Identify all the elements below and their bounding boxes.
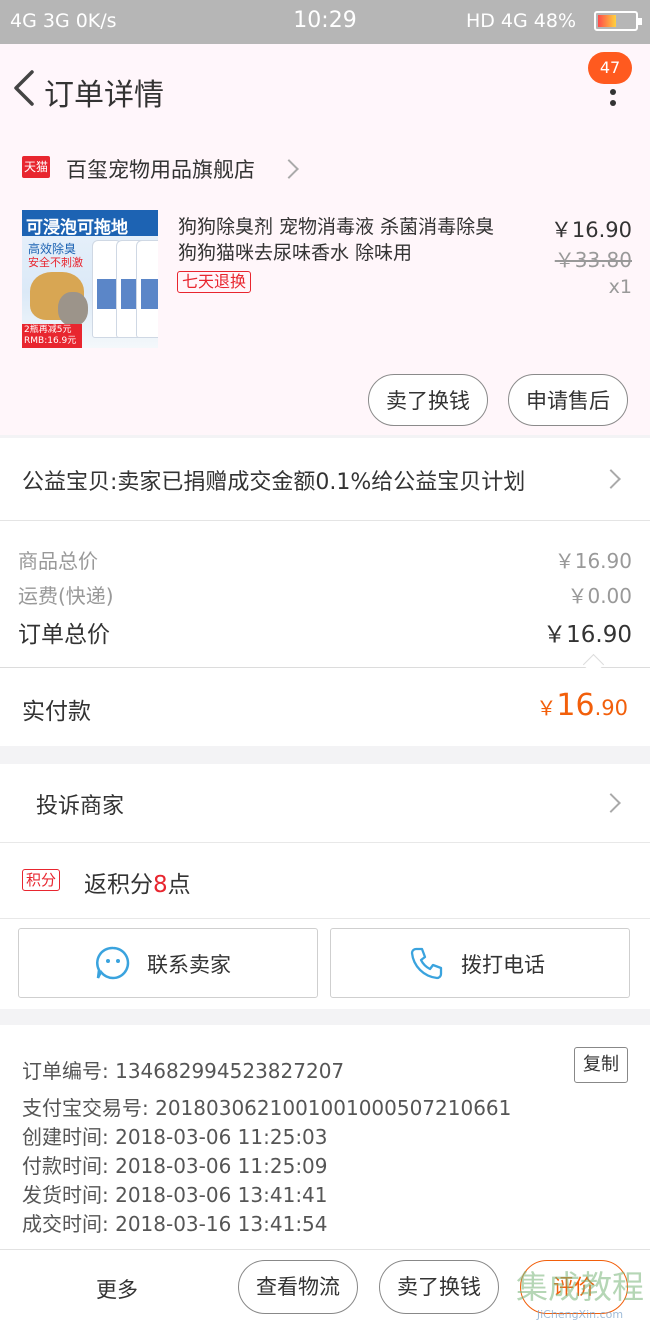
thumbnail-text: 安全不刺激 [28, 256, 83, 269]
created-time: 创建时间: 2018-03-06 11:25:03 [22, 1125, 328, 1149]
contact-seller-label: 联系卖家 [147, 953, 231, 977]
shipping-value: ￥0.00 [567, 584, 632, 608]
resell-button[interactable]: 卖了换钱 [368, 374, 488, 426]
complain-seller-label: 投诉商家 [36, 794, 125, 819]
shop-name[interactable]: 百玺宠物用品旗舰店 [66, 154, 255, 184]
top-app-bar: 订单详情 47 [0, 44, 650, 130]
message-count-badge: 47 [588, 52, 632, 84]
paid-time: 付款时间: 2018-03-06 11:25:09 [22, 1154, 328, 1178]
product-name[interactable]: 狗狗除臭剂 宠物消毒液 杀菌消毒除臭狗狗猫咪去尿味香水 除味用 [178, 214, 508, 266]
page-title: 订单详情 [44, 78, 164, 113]
original-price: ￥33.80 [554, 248, 632, 272]
chevron-right-icon [601, 793, 621, 813]
chat-bubble-icon [96, 946, 130, 980]
order-total-value: ￥16.90 [543, 622, 632, 648]
shipped-time: 发货时间: 2018-03-06 13:41:41 [22, 1183, 328, 1207]
product-thumbnail[interactable]: 可浸泡可拖地 高效除臭 安全不刺激 2瓶再减5元 RMB:16.9元 [22, 210, 158, 348]
amount-paid-label: 实付款 [22, 699, 91, 725]
call-phone-button[interactable]: 拨打电话 [330, 928, 630, 998]
shipping-label: 运费(快递) [18, 584, 114, 608]
more-button[interactable]: 更多 [96, 1274, 138, 1304]
watermark: 集成教程 JiChengXin.com [515, 1268, 644, 1321]
status-bar: 4G 3G 0K/s 10:29 HD 4G 48% [0, 0, 650, 44]
tmall-tag-icon: 天猫 [22, 156, 50, 178]
points-text: 返积分8点 [84, 872, 191, 898]
currency-symbol: ￥ [536, 696, 557, 720]
points-count: 8 [153, 872, 168, 898]
copy-button[interactable]: 复制 [574, 1047, 628, 1083]
closed-time: 成交时间: 2018-03-16 13:41:54 [22, 1212, 328, 1236]
product-price: ￥16.90 [550, 218, 632, 242]
order-total-label: 订单总价 [18, 622, 110, 648]
points-row: 积分 返积分8点 [0, 843, 650, 919]
order-item-card: 天猫 百玺宠物用品旗舰店 可浸泡可拖地 高效除臭 安全不刺激 2瓶再减5元 RM… [0, 130, 650, 435]
complain-seller-row[interactable]: 投诉商家 [0, 764, 650, 843]
contact-seller-button[interactable]: 联系卖家 [18, 928, 318, 998]
points-tag: 积分 [22, 869, 61, 891]
amount-paid-value: ￥16.90 [536, 688, 628, 723]
battery-icon [594, 11, 642, 31]
thumbnail-headline: 可浸泡可拖地 [26, 218, 128, 238]
status-right: HD 4G 48% [465, 10, 576, 32]
goods-total-value: ￥16.90 [554, 549, 632, 573]
amount-paid-row: 实付款 ￥16.90 [0, 668, 650, 746]
after-sales-button[interactable]: 申请售后 [508, 374, 628, 426]
price-summary: 商品总价 ￥16.90 运费(快递) ￥0.00 订单总价 ￥16.90 [0, 521, 650, 668]
contact-buttons: 联系卖家 拨打电话 [0, 919, 650, 1009]
amount-decimal: .90 [594, 696, 628, 720]
view-logistics-button[interactable]: 查看物流 [238, 1260, 358, 1314]
chevron-right-icon[interactable] [279, 159, 299, 179]
order-number: 订单编号: 134682994523827207 [22, 1059, 345, 1083]
back-arrow-icon[interactable] [10, 66, 48, 110]
return-policy-tag: 七天退换 [177, 271, 252, 293]
order-info: 订单编号: 134682994523827207 复制 支付宝交易号: 2018… [0, 1025, 650, 1249]
charity-text: 公益宝贝:卖家已捐赠成交金额0.1%给公益宝贝计划 [22, 470, 526, 495]
phone-icon [410, 947, 443, 980]
amount-integer: 16 [556, 688, 595, 723]
product-quantity: x1 [608, 276, 632, 298]
thumbnail-promo: 2瓶再减5元 RMB:16.9元 [22, 324, 82, 348]
chevron-right-icon [601, 469, 621, 489]
charity-row[interactable]: 公益宝贝:卖家已捐赠成交金额0.1%给公益宝贝计划 [0, 438, 650, 521]
cat-image [58, 292, 88, 326]
goods-total-label: 商品总价 [18, 549, 98, 573]
alipay-transaction-number: 支付宝交易号: 2018030621001001000507210661 [22, 1096, 512, 1120]
resell-button-bottom[interactable]: 卖了换钱 [379, 1260, 499, 1314]
call-phone-label: 拨打电话 [461, 953, 545, 977]
